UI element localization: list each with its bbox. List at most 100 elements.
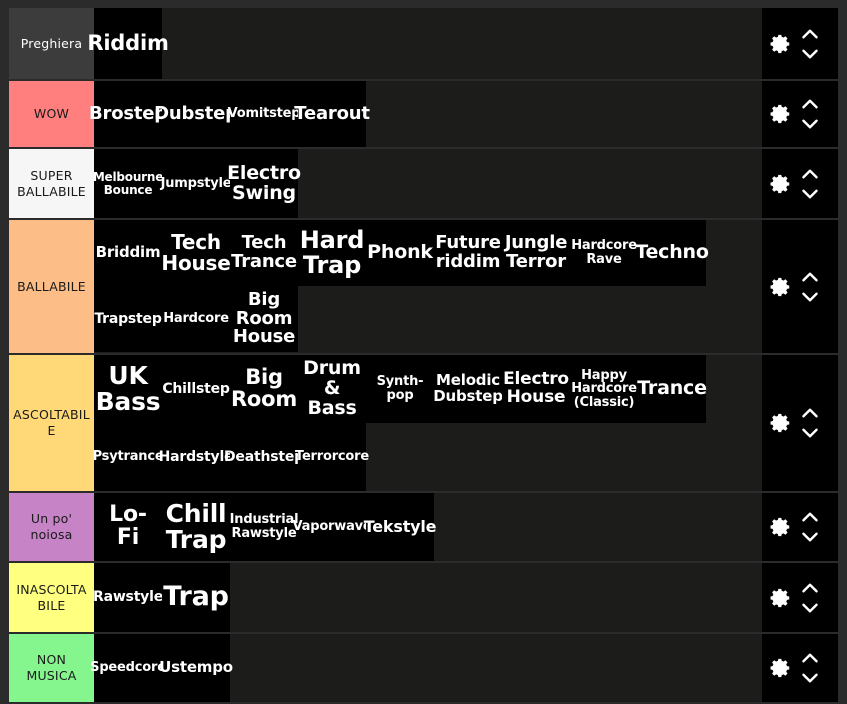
tier-item[interactable]: Chillstep bbox=[162, 355, 230, 423]
chevron-up-icon[interactable] bbox=[800, 270, 820, 284]
tier-item[interactable]: Future riddim bbox=[434, 220, 502, 286]
tier-item[interactable]: Tech Trance bbox=[230, 220, 298, 286]
tier-item[interactable]: Tekstyle bbox=[364, 493, 437, 561]
tier-item[interactable]: Big Room House bbox=[230, 286, 298, 352]
chevron-up-icon[interactable] bbox=[800, 167, 820, 181]
tier-item[interactable]: Trance bbox=[637, 355, 707, 423]
tier-list-container: Preghiera Riddim WOW Brostep Dubstep Vomitste… bbox=[0, 0, 847, 704]
tier-item[interactable]: Lo-Fi bbox=[94, 493, 162, 561]
gear-icon[interactable] bbox=[770, 173, 792, 195]
tier-item[interactable]: Deathstep bbox=[224, 423, 304, 491]
gear-icon[interactable] bbox=[770, 587, 792, 609]
tier-item[interactable]: Phonk bbox=[366, 220, 434, 286]
tier-item[interactable]: Briddim bbox=[94, 220, 162, 286]
tier-controls bbox=[762, 493, 838, 561]
chevron-down-icon[interactable] bbox=[800, 601, 820, 615]
tier-item[interactable]: Melbourne Bounce bbox=[93, 149, 163, 218]
tier-item[interactable]: Melodic Dubstep bbox=[433, 355, 503, 423]
tier-label[interactable]: INASCOLTABILE bbox=[9, 563, 94, 632]
chevron-up-icon[interactable] bbox=[800, 581, 820, 595]
tier-item[interactable]: Drum & Bass bbox=[298, 355, 366, 423]
tier-item[interactable]: Psytrance bbox=[93, 423, 164, 491]
reorder-arrows bbox=[800, 510, 820, 544]
tier-item[interactable]: Jungle Terror bbox=[502, 220, 570, 286]
chevron-up-icon[interactable] bbox=[800, 651, 820, 665]
tier-item-list: UK Bass Chillstep Big Room Drum & Bass Synth… bbox=[93, 355, 762, 491]
tier-item[interactable]: Happy Hardcore (Classic) bbox=[570, 355, 638, 423]
gear-icon[interactable] bbox=[770, 103, 792, 125]
tier-label[interactable]: NON MUSICA bbox=[9, 634, 94, 702]
tier-item[interactable]: Jumpstyle bbox=[161, 149, 232, 218]
reorder-arrows bbox=[800, 97, 820, 131]
tier-label[interactable]: BALLABILE bbox=[9, 220, 94, 353]
tier-row: ASCOLTABILE UK Bass Chillstep Big Room Drum … bbox=[9, 355, 838, 493]
tier-item[interactable]: Electro Swing bbox=[227, 149, 301, 218]
tier-row: INASCOLTABILE Rawstyle Trap bbox=[9, 563, 838, 634]
tier-item-list: Rawstyle Trap bbox=[93, 563, 762, 632]
chevron-down-icon[interactable] bbox=[800, 117, 820, 131]
chevron-up-icon[interactable] bbox=[800, 510, 820, 524]
tier-row: NON MUSICA Speedcore Ustempo bbox=[9, 634, 838, 702]
tier-label[interactable]: WOW bbox=[9, 81, 94, 147]
chevron-up-icon[interactable] bbox=[800, 406, 820, 420]
tier-item[interactable]: Trapstep bbox=[94, 286, 162, 352]
tier-controls bbox=[762, 563, 838, 632]
tier-item[interactable]: Tearout bbox=[294, 81, 370, 147]
gear-icon[interactable] bbox=[770, 276, 792, 298]
tier-item[interactable]: Vomitstep bbox=[228, 81, 301, 147]
tier-item[interactable]: Brostep bbox=[89, 81, 167, 147]
tier-item[interactable]: Vaporwave bbox=[292, 493, 372, 561]
tier-item[interactable]: Hardcore bbox=[162, 286, 230, 352]
gear-icon[interactable] bbox=[770, 412, 792, 434]
tier-item[interactable]: Tech House bbox=[161, 220, 231, 286]
gear-icon[interactable] bbox=[770, 516, 792, 538]
tier-item[interactable]: Techno bbox=[635, 220, 709, 286]
tier-dropzone[interactable]: Melbourne Bounce Jumpstyle Electro Swing bbox=[93, 149, 762, 218]
reorder-arrows bbox=[800, 270, 820, 304]
tier-item[interactable]: Ustempo bbox=[159, 634, 233, 702]
gear-icon[interactable] bbox=[770, 657, 792, 679]
reorder-arrows bbox=[800, 27, 820, 61]
chevron-up-icon[interactable] bbox=[800, 27, 820, 41]
tier-dropzone[interactable]: Rawstyle Trap bbox=[93, 563, 762, 632]
tier-label[interactable]: Un po' noiosa bbox=[9, 493, 94, 561]
tier-item-list: Speedcore Ustempo bbox=[90, 634, 762, 702]
chevron-down-icon[interactable] bbox=[800, 290, 820, 304]
tier-item[interactable]: Industrial Rawstyle bbox=[230, 493, 299, 561]
tier-row: WOW Brostep Dubstep Vomitstep Tearout bbox=[9, 81, 838, 149]
tier-item[interactable]: Speedcore bbox=[90, 634, 166, 702]
tier-item[interactable]: Dubstep bbox=[154, 81, 238, 147]
tier-item-list: Lo-Fi Chill Trap Industrial Rawstyle Vaporw… bbox=[94, 493, 762, 561]
tier-dropzone[interactable]: Speedcore Ustempo bbox=[90, 634, 762, 702]
tier-item[interactable]: UK Bass bbox=[94, 355, 162, 423]
tier-item[interactable]: Rawstyle bbox=[93, 563, 163, 632]
tier-item[interactable]: Synth-pop bbox=[366, 355, 434, 423]
tier-label[interactable]: SUPER BALLABILE bbox=[9, 149, 94, 218]
tier-item[interactable]: Terrorcore bbox=[295, 423, 369, 491]
tier-dropzone[interactable]: UK Bass Chillstep Big Room Drum & Bass Synth… bbox=[93, 355, 762, 491]
gear-icon[interactable] bbox=[770, 33, 792, 55]
tier-item[interactable]: Chill Trap bbox=[162, 493, 230, 561]
tier-item[interactable]: Hard Trap bbox=[298, 220, 366, 286]
tier-item[interactable]: Electro House bbox=[502, 355, 570, 423]
chevron-down-icon[interactable] bbox=[800, 671, 820, 685]
chevron-down-icon[interactable] bbox=[800, 47, 820, 61]
tier-dropzone[interactable]: Briddim Tech House Tech Trance Hard Trap Pho… bbox=[94, 220, 762, 353]
tier-label[interactable]: ASCOLTABILE bbox=[9, 355, 94, 491]
tier-item[interactable]: Big Room bbox=[230, 355, 298, 423]
tier-item[interactable]: Riddim bbox=[87, 8, 169, 79]
tier-item-list: Melbourne Bounce Jumpstyle Electro Swing bbox=[93, 149, 762, 218]
chevron-down-icon[interactable] bbox=[800, 426, 820, 440]
chevron-down-icon[interactable] bbox=[800, 530, 820, 544]
tier-item[interactable]: Hardstyle bbox=[159, 423, 234, 491]
chevron-up-icon[interactable] bbox=[800, 97, 820, 111]
tier-item[interactable]: Hardcore Rave bbox=[570, 220, 638, 286]
tier-item[interactable]: Trap bbox=[162, 563, 230, 632]
tier-dropzone[interactable]: Lo-Fi Chill Trap Industrial Rawstyle Vaporw… bbox=[94, 493, 762, 561]
chevron-down-icon[interactable] bbox=[800, 187, 820, 201]
tier-row: Preghiera Riddim bbox=[9, 8, 838, 81]
tier-dropzone[interactable]: Brostep Dubstep Vomitstep Tearout bbox=[89, 81, 762, 147]
tier-label[interactable]: Preghiera bbox=[9, 8, 94, 79]
tier-dropzone[interactable]: Riddim bbox=[87, 8, 762, 79]
tier-row: BALLABILE Briddim Tech House Tech Trance Har… bbox=[9, 220, 838, 355]
